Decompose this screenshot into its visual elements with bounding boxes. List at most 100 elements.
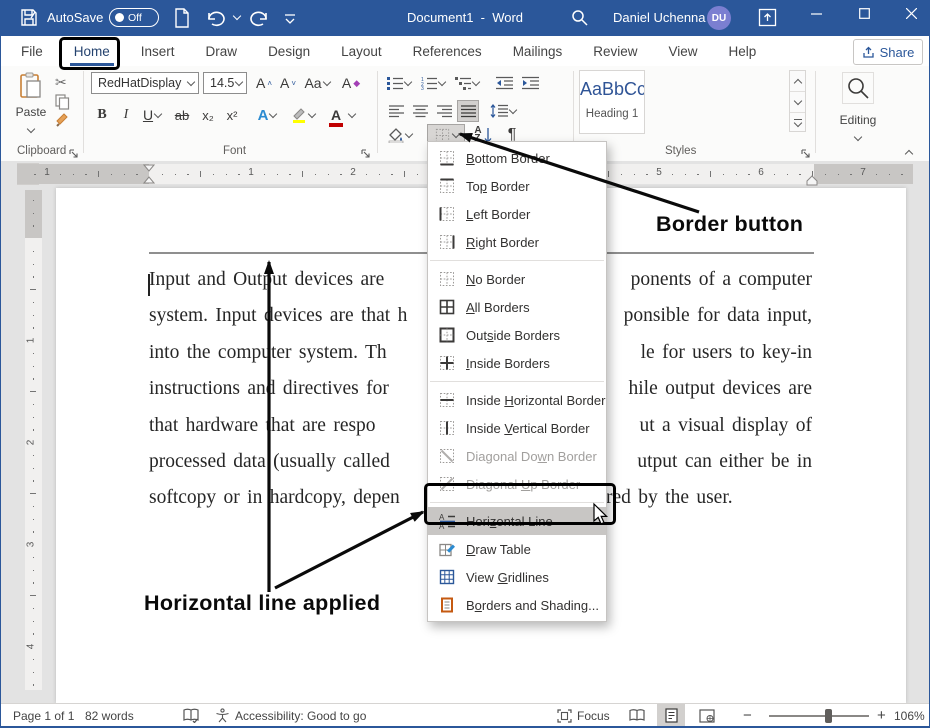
close-button[interactable] [896,0,926,26]
title-bar: AutoSave Off Document1 - Word Daniel Uch… [1,0,929,36]
paste-button[interactable]: Paste [11,72,51,137]
maximize-button[interactable] [849,0,879,26]
italic-button[interactable]: I [117,104,135,126]
highlight-color-button[interactable] [287,104,319,126]
ribbon-tab[interactable]: Mailings [511,41,565,62]
ribbon-tab[interactable]: Insert [139,41,177,62]
shrink-font-button[interactable]: A˅ [277,72,299,94]
justify-button[interactable] [457,100,479,122]
zoom-slider-thumb[interactable] [825,709,832,723]
font-dialog-launcher[interactable] [361,146,373,158]
save-icon[interactable] [18,7,39,33]
ribbon-tab[interactable]: References [411,41,484,62]
increase-indent-button[interactable] [519,72,541,94]
superscript-button[interactable]: x² [221,104,243,126]
menu-item-inside-borders[interactable]: Inside Borders [428,349,606,377]
ribbon-tab[interactable]: Design [266,41,312,62]
bullets-button[interactable] [385,72,413,94]
multilevel-list-button[interactable] [453,72,481,94]
menu-item-no-border[interactable]: No Border [428,265,606,293]
zoom-in-button[interactable]: + [877,704,886,727]
ribbon-tab[interactable]: View [666,41,699,62]
menu-item-borders-and-shading[interactable]: Borders and Shading... [428,591,606,619]
align-center-button[interactable] [409,100,431,122]
undo-dropdown-icon[interactable] [233,12,241,20]
change-case-button[interactable]: Aa [303,72,331,94]
menu-item-inside-horizontal-border[interactable]: Inside Horizontal Border [428,386,606,414]
grow-font-button[interactable]: A˄ [253,72,275,94]
redo-button[interactable] [249,9,269,32]
line-spacing-button[interactable] [487,100,519,122]
svg-text:3: 3 [421,86,424,90]
ribbon-tab[interactable]: Layout [339,41,384,62]
menu-item-view-gridlines[interactable]: View Gridlines [428,563,606,591]
share-button[interactable]: Share [853,39,923,65]
vertical-ruler[interactable]: 1234 [25,190,42,690]
align-right-button[interactable] [433,100,455,122]
first-line-indent-marker[interactable] [143,164,155,189]
zoom-slider-track[interactable] [769,715,869,717]
word-count[interactable]: 82 words [85,704,134,727]
read-mode-button[interactable] [623,704,651,727]
search-icon[interactable] [571,9,588,31]
ribbon-display-options-icon[interactable] [758,8,777,32]
decrease-indent-button[interactable] [493,72,515,94]
subscript-button[interactable]: x₂ [197,104,219,126]
print-layout-button[interactable] [657,704,685,727]
ribbon-tab[interactable]: Review [591,41,639,62]
user-name[interactable]: Daniel Uchenna [613,10,706,25]
font-color-button[interactable]: A [327,104,359,126]
numbering-button[interactable]: 123 [419,72,447,94]
avatar[interactable]: DU [707,6,731,30]
undo-button[interactable] [206,9,230,32]
ruler-number: 2 [25,440,36,446]
editing-button[interactable]: Editing [827,72,889,145]
styles-gallery-more[interactable] [790,112,805,132]
menu-item-inside-vertical-border[interactable]: Inside Vertical Border [428,414,606,442]
menu-item-draw-table[interactable]: Draw Table [428,535,606,563]
menu-item-diagonal-down-border[interactable]: Diagonal Down Border [428,442,606,470]
right-indent-marker[interactable] [806,173,818,191]
bold-button[interactable]: B [93,104,111,126]
style-card[interactable]: AaBbCcHeading 1 [579,70,645,134]
zoom-out-button[interactable]: − [743,704,752,727]
font-size-combo[interactable]: 14.5 [203,72,247,94]
styles-dialog-launcher[interactable] [801,146,813,158]
shading-button[interactable] [385,124,415,146]
styles-scroll-up[interactable] [790,71,805,91]
page-indicator[interactable]: Page 1 of 1 [13,704,74,727]
menu-item-top-border[interactable]: Top Border [428,172,606,200]
styles-scroll-down[interactable] [790,91,805,112]
underline-button[interactable]: U [139,104,165,126]
editing-search-icon [842,72,874,104]
focus-button[interactable]: Focus [557,704,610,727]
horizontal-line-annotation-box [424,483,616,525]
ribbon-tab[interactable]: Draw [204,41,240,62]
menu-item-left-border[interactable]: Left Border [428,200,606,228]
collapse-ribbon-icon[interactable] [906,144,912,162]
font-name-combo[interactable]: RedHatDisplay [91,72,199,94]
menu-item-right-border[interactable]: Right Border [428,228,606,256]
align-left-button[interactable] [385,100,407,122]
ribbon-tab[interactable]: File [19,41,45,62]
strikethrough-button[interactable]: ab [171,104,193,126]
menu-item-outside-borders[interactable]: Outside Borders [428,321,606,349]
customize-qat-icon[interactable] [284,12,296,30]
new-document-icon[interactable] [173,8,191,33]
web-layout-button[interactable] [693,704,721,727]
chevron-down-icon [187,77,195,85]
minimize-button[interactable] [801,0,831,26]
zoom-level[interactable]: 106% [894,704,925,727]
format-painter-icon[interactable] [55,112,71,133]
accessibility-status[interactable]: Accessibility: Good to go [215,704,366,727]
menu-item-bottom-border[interactable]: Bottom Border [428,144,606,172]
clipboard-dialog-launcher[interactable] [69,146,81,158]
clear-formatting-button[interactable]: A◆ [339,72,363,94]
autosave-toggle[interactable]: Off [109,8,159,27]
menu-item-icon [438,149,456,167]
ribbon-tab[interactable]: Help [727,41,759,62]
proofing-icon[interactable] [183,704,199,727]
text-effects-button[interactable]: A [253,104,281,126]
cut-icon[interactable]: ✂ [55,74,67,91]
menu-item-all-borders[interactable]: All Borders [428,293,606,321]
